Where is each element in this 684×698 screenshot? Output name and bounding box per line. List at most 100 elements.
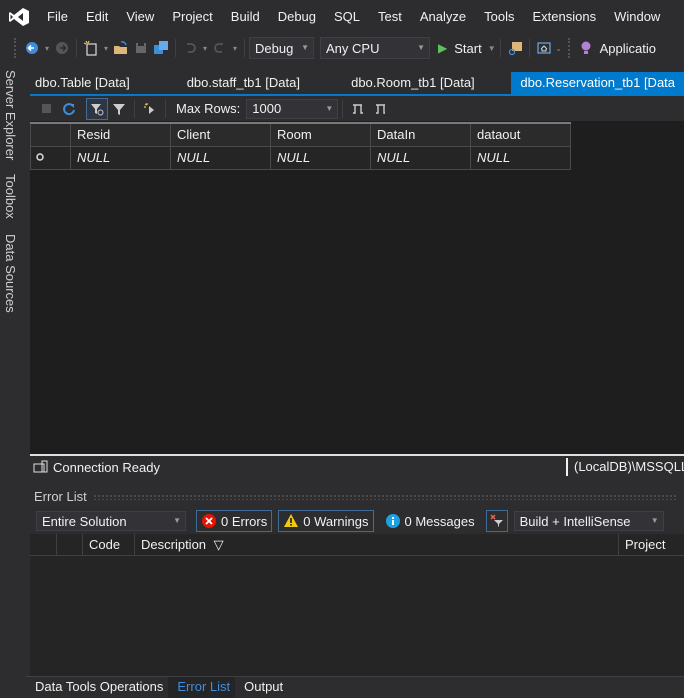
- toolbox-tab[interactable]: Toolbox: [3, 174, 18, 219]
- standard-toolbar: ▾ ▾ ▾ ▾ Debug ▼ Any CPU ▼ ▶ Start ▼ ⌄ Ap…: [0, 34, 684, 62]
- tab-output[interactable]: Output: [235, 677, 288, 698]
- max-rows-label: Max Rows:: [176, 101, 241, 116]
- new-dropdown-icon[interactable]: ▾: [101, 44, 111, 53]
- clear-filters-button[interactable]: [485, 510, 508, 532]
- tab-room-data[interactable]: dbo.Room_tb1 [Data]: [342, 72, 511, 94]
- menu-sql[interactable]: SQL: [325, 0, 369, 34]
- stop-icon[interactable]: [36, 98, 58, 120]
- configuration-value: Debug: [255, 40, 294, 56]
- save-icon[interactable]: [131, 38, 151, 58]
- back-dropdown-icon[interactable]: ▾: [42, 44, 52, 53]
- errors-filter-button[interactable]: 0 Errors: [196, 510, 273, 532]
- menu-debug[interactable]: Debug: [269, 0, 325, 34]
- data-editor: Max Rows: 1000 ▼ Resid Client Room DataI…: [30, 96, 684, 454]
- cell-datain[interactable]: NULL: [370, 145, 471, 170]
- play-icon: ▶: [438, 41, 448, 55]
- new-row-marker-icon[interactable]: [30, 145, 71, 170]
- toolbar-separator: [76, 39, 77, 57]
- table-row: NULL NULL NULL NULL NULL: [30, 145, 571, 170]
- tab-data-tools-operations[interactable]: Data Tools Operations: [26, 677, 168, 698]
- column-header-datain[interactable]: DataIn: [370, 122, 471, 147]
- generate-script-icon[interactable]: [347, 98, 369, 120]
- execute-script-icon[interactable]: [139, 98, 161, 120]
- redo-icon[interactable]: [210, 38, 230, 58]
- document-tabs: dbo.Table [Data] dbo.staff_tb1 [Data] db…: [26, 72, 684, 94]
- redo-dropdown-icon[interactable]: ▾: [230, 44, 240, 53]
- menu-test[interactable]: Test: [369, 0, 411, 34]
- server-explorer-tab[interactable]: Server Explorer: [3, 70, 18, 160]
- undo-icon[interactable]: [180, 38, 200, 58]
- menu-extensions[interactable]: Extensions: [523, 0, 605, 34]
- title-grip: [92, 494, 678, 500]
- navigate-forward-icon[interactable]: [52, 38, 72, 58]
- navigate-back-icon[interactable]: [22, 38, 42, 58]
- menu-bar: File Edit View Project Build Debug SQL T…: [0, 0, 684, 34]
- build-filter-value: Build + IntelliSense: [519, 513, 631, 529]
- column-header-client[interactable]: Client: [170, 122, 271, 147]
- tab-error-list[interactable]: Error List: [168, 677, 236, 698]
- application-insights-icon[interactable]: [576, 38, 596, 58]
- solution-configuration-select[interactable]: Debug ▼: [249, 37, 314, 59]
- platform-value: Any CPU: [326, 40, 380, 56]
- cell-client[interactable]: NULL: [170, 145, 271, 170]
- connection-icon: [33, 460, 49, 474]
- cell-dataout[interactable]: NULL: [470, 145, 571, 170]
- menu-project[interactable]: Project: [163, 0, 221, 34]
- application-insights-label[interactable]: Applicatio: [600, 41, 656, 56]
- connection-status-bar: Connection Ready (LocalDB)\MSSQLLocalDB: [30, 454, 684, 478]
- save-all-icon[interactable]: [151, 38, 171, 58]
- menu-window[interactable]: Window: [605, 0, 669, 34]
- column-header-code[interactable]: Code: [82, 534, 134, 556]
- menu-file[interactable]: File: [38, 0, 77, 34]
- grid-toolbar: Max Rows: 1000 ▼: [30, 96, 684, 121]
- find-in-files-icon[interactable]: [505, 38, 525, 58]
- script-file-icon[interactable]: [369, 98, 391, 120]
- new-project-icon[interactable]: [81, 38, 101, 58]
- open-file-icon[interactable]: [111, 38, 131, 58]
- column-header-resid[interactable]: Resid: [70, 122, 171, 147]
- build-filter-select[interactable]: Build + IntelliSense ▼: [513, 511, 664, 531]
- toolbar-grip[interactable]: [567, 38, 572, 58]
- error-list-title-bar[interactable]: Error List: [30, 486, 684, 508]
- messages-filter-button[interactable]: 0 Messages: [380, 510, 480, 532]
- filter-clear-icon: [490, 514, 503, 527]
- error-list-toolbar: Entire Solution ▼ 0 Errors 0 Warnings 0 …: [30, 508, 684, 534]
- undo-dropdown-icon[interactable]: ▾: [200, 44, 210, 53]
- column-header-severity[interactable]: [56, 534, 82, 556]
- scope-value: Entire Solution: [42, 513, 127, 529]
- filter-icon[interactable]: [108, 98, 130, 120]
- chevron-down-icon: ▼: [417, 43, 425, 52]
- solution-platform-select[interactable]: Any CPU ▼: [320, 37, 430, 59]
- toolbar-grip[interactable]: [14, 38, 18, 58]
- warning-icon: [284, 514, 299, 527]
- tab-staff-data[interactable]: dbo.staff_tb1 [Data]: [178, 72, 342, 94]
- column-header-project[interactable]: Project: [618, 534, 684, 556]
- chevron-down-icon: ▼: [325, 103, 334, 113]
- cell-room[interactable]: NULL: [270, 145, 371, 170]
- menu-tools[interactable]: Tools: [475, 0, 523, 34]
- max-rows-select[interactable]: 1000 ▼: [246, 98, 339, 119]
- info-icon: [385, 514, 400, 528]
- clear-filter-icon[interactable]: [86, 97, 108, 120]
- warnings-filter-button[interactable]: 0 Warnings: [278, 510, 374, 532]
- menu-edit[interactable]: Edit: [77, 0, 117, 34]
- menu-view[interactable]: View: [117, 0, 163, 34]
- visual-studio-logo-icon[interactable]: [0, 0, 38, 34]
- refresh-icon[interactable]: [58, 98, 80, 120]
- scope-select[interactable]: Entire Solution ▼: [36, 511, 186, 531]
- column-header-description[interactable]: Description ▽: [134, 534, 618, 556]
- column-header-dataout[interactable]: dataout: [470, 122, 571, 147]
- tab-reservation-data[interactable]: dbo.Reservation_tb1 [Data: [511, 72, 684, 94]
- menu-analyze[interactable]: Analyze: [411, 0, 475, 34]
- bottom-panel-tabs: Data Tools Operations Error List Output: [26, 676, 684, 698]
- tab-table-data[interactable]: dbo.Table [Data]: [26, 72, 178, 94]
- column-header-room[interactable]: Room: [270, 122, 371, 147]
- start-dropdown-icon[interactable]: ▼: [488, 44, 496, 53]
- toolbar-overflow-icon[interactable]: ⌄: [554, 44, 564, 53]
- cell-resid[interactable]: NULL: [70, 145, 171, 170]
- menu-build[interactable]: Build: [222, 0, 269, 34]
- row-header-corner[interactable]: [30, 122, 71, 147]
- data-sources-tab[interactable]: Data Sources: [3, 234, 18, 313]
- browser-link-icon[interactable]: [534, 38, 554, 58]
- start-button[interactable]: ▶ Start ▼: [438, 41, 496, 56]
